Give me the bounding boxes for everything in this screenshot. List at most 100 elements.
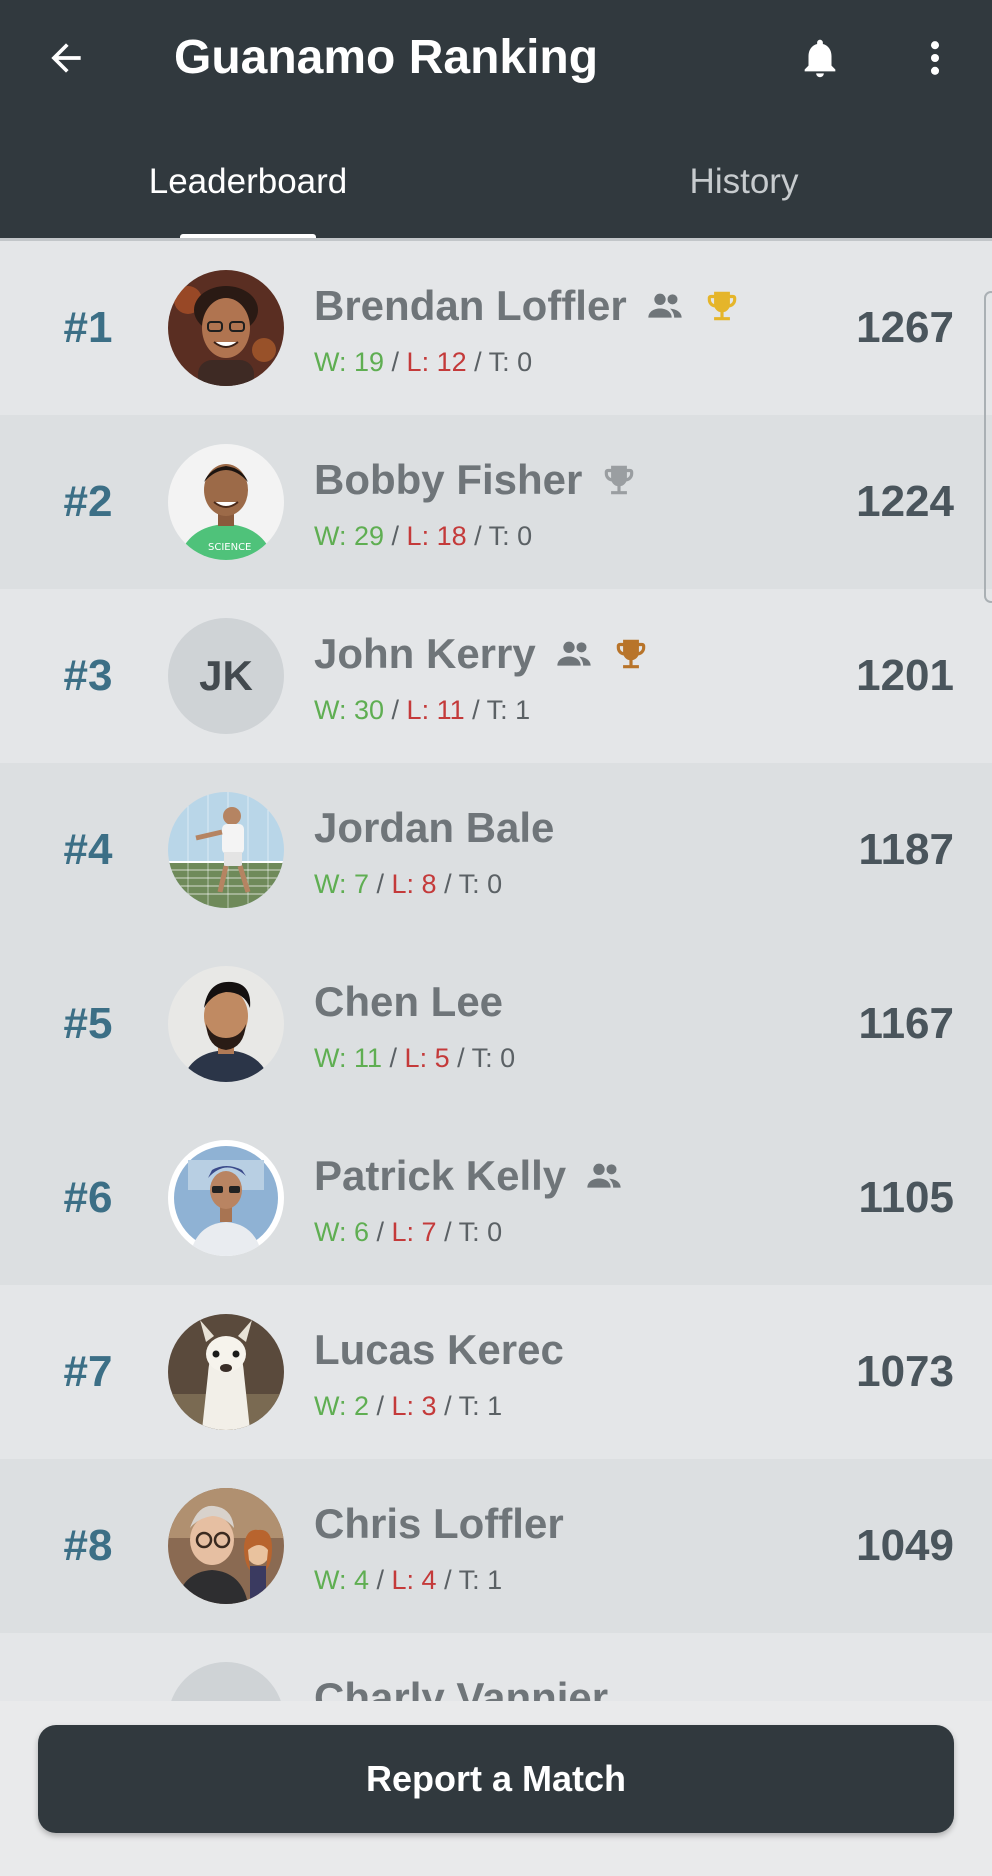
player-name: Brendan Loffler — [314, 282, 627, 329]
list-item[interactable]: #3 JK John Kerry W: 30 / L: 11 / T: 1 12… — [0, 589, 992, 763]
player-name-line: Charly Vannier — [314, 1671, 608, 1701]
player-name: Chris Loffler — [314, 1500, 564, 1547]
losses: L: 4 — [391, 1565, 437, 1595]
tab-history[interactable]: History — [496, 136, 992, 240]
ties: T: 0 — [458, 869, 503, 899]
avatar: SCIENCE — [168, 444, 284, 560]
rating-score: 1224 — [856, 477, 954, 526]
win-loss-record: W: 2 / L: 3 / T: 1 — [314, 1391, 503, 1421]
toolbar: Guanamo Ranking — [0, 0, 992, 116]
trophy-bronze-icon — [612, 635, 650, 673]
app-bar: Guanamo Ranking Leaderboard History — [0, 0, 992, 241]
ties: T: 0 — [488, 521, 533, 551]
avatar — [168, 1662, 284, 1701]
losses: L: 18 — [406, 521, 467, 551]
wins: W: 30 — [314, 695, 385, 725]
leaderboard-screen: Guanamo Ranking Leaderboard History #1 B… — [0, 0, 992, 1876]
list-item[interactable]: #2 SCIENCE Bobby Fisher W: 29 / L: 18 / … — [0, 415, 992, 589]
win-loss-record: W: 4 / L: 4 / T: 1 — [314, 1565, 503, 1595]
win-loss-record: W: 6 / L: 7 / T: 0 — [314, 1217, 503, 1247]
more-options-button[interactable] — [905, 28, 965, 88]
scrollbar[interactable] — [984, 291, 992, 603]
player-name-line: Jordan Bale — [314, 801, 554, 855]
rank-label: #5 — [63, 999, 113, 1048]
more-vertical-icon — [930, 41, 940, 75]
ties: T: 0 — [488, 347, 533, 377]
rating-score: 1187 — [858, 825, 954, 874]
ties: T: 1 — [486, 695, 531, 725]
rank-label: #6 — [63, 1173, 113, 1222]
player-name: Charly Vannier — [314, 1674, 609, 1701]
win-loss-record: W: 11 / L: 5 / T: 0 — [314, 1043, 516, 1073]
wins: W: 7 — [314, 869, 370, 899]
player-name: Patrick Kelly — [314, 1152, 567, 1199]
ties: T: 1 — [458, 1565, 503, 1595]
back-button[interactable] — [36, 28, 96, 88]
rank-label: #4 — [63, 825, 113, 874]
player-name: Bobby Fisher — [314, 456, 583, 503]
player-name-line: Chris Loffler — [314, 1497, 564, 1551]
win-loss-record: W: 30 / L: 11 / T: 1 — [314, 695, 531, 725]
trophy-gold-icon — [703, 287, 741, 325]
avatar — [168, 966, 284, 1082]
group-icon — [584, 1161, 624, 1191]
bell-icon — [804, 39, 836, 78]
losses: L: 3 — [391, 1391, 437, 1421]
leaderboard-list[interactable]: #1 Brendan Loffler W: 19 / L: 12 / T: 0 … — [0, 241, 992, 1701]
player-name: John Kerry — [314, 630, 536, 677]
report-match-button[interactable]: Report a Match — [38, 1725, 954, 1833]
losses: L: 11 — [406, 695, 465, 725]
losses: L: 8 — [391, 869, 437, 899]
rank-label: #7 — [63, 1347, 113, 1396]
avatar — [168, 1140, 284, 1256]
player-name-line: Chen Lee — [314, 975, 503, 1029]
win-loss-record: W: 29 / L: 18 / T: 0 — [314, 521, 533, 551]
rating-score: 1167 — [858, 999, 954, 1048]
list-item[interactable]: #4 Jordan Bale W: 7 / L: 8 / T: 0 1187 — [0, 763, 992, 937]
trophy-silver-icon — [600, 461, 638, 499]
avatar — [168, 1488, 284, 1604]
win-loss-record: W: 7 / L: 8 / T: 0 — [314, 869, 503, 899]
losses: L: 5 — [404, 1043, 450, 1073]
player-name-line: John Kerry — [314, 627, 650, 681]
list-item[interactable]: #7 Lucas Kerec W: 2 / L: 3 / T: 1 1073 — [0, 1285, 992, 1459]
win-loss-record: W: 19 / L: 12 / T: 0 — [314, 347, 533, 377]
list-item[interactable]: #5 Chen Lee W: 11 / L: 5 / T: 0 1167 — [0, 937, 992, 1111]
list-item[interactable]: #8 Chris Loffler W: 4 / L: 4 / T: 1 1049 — [0, 1459, 992, 1633]
player-name-line: Brendan Loffler — [314, 279, 741, 333]
ties: T: 0 — [458, 1217, 503, 1247]
player-name: Jordan Bale — [314, 804, 555, 851]
player-name-line: Patrick Kelly — [314, 1149, 624, 1203]
player-name-line: Lucas Kerec — [314, 1323, 564, 1377]
list-item[interactable]: Charly Vannier — [0, 1633, 992, 1701]
losses: L: 12 — [406, 347, 467, 377]
wins: W: 29 — [314, 521, 385, 551]
page-title: Guanamo Ranking — [174, 31, 599, 84]
list-item[interactable]: #1 Brendan Loffler W: 19 / L: 12 / T: 0 … — [0, 241, 992, 415]
player-name-line: Bobby Fisher — [314, 453, 638, 507]
wins: W: 2 — [314, 1391, 370, 1421]
avatar — [168, 792, 284, 908]
group-icon — [645, 291, 685, 321]
player-name: Lucas Kerec — [314, 1326, 564, 1373]
rank-label: #2 — [63, 477, 113, 526]
rating-score: 1267 — [856, 303, 954, 352]
notifications-button[interactable] — [790, 28, 850, 88]
rating-score: 1049 — [856, 1521, 954, 1570]
group-icon — [554, 639, 594, 669]
wins: W: 11 — [314, 1043, 383, 1073]
tab-leaderboard[interactable]: Leaderboard — [0, 136, 496, 240]
losses: L: 7 — [391, 1217, 437, 1247]
rating-score: 1105 — [858, 1173, 954, 1222]
avatar — [168, 270, 284, 386]
avatar: JK — [168, 618, 284, 734]
list-item[interactable]: #6 Patrick Kelly W: 6 / L: 7 / T: 0 1105 — [0, 1111, 992, 1285]
rank-label: #1 — [63, 303, 113, 352]
avatar — [168, 1314, 284, 1430]
player-name: Chen Lee — [314, 978, 504, 1025]
rating-score: 1201 — [856, 651, 954, 700]
tab-bar: Leaderboard History — [0, 136, 992, 240]
ties: T: 0 — [471, 1043, 516, 1073]
rating-score: 1073 — [856, 1347, 954, 1396]
arrow-back-icon — [51, 43, 81, 73]
